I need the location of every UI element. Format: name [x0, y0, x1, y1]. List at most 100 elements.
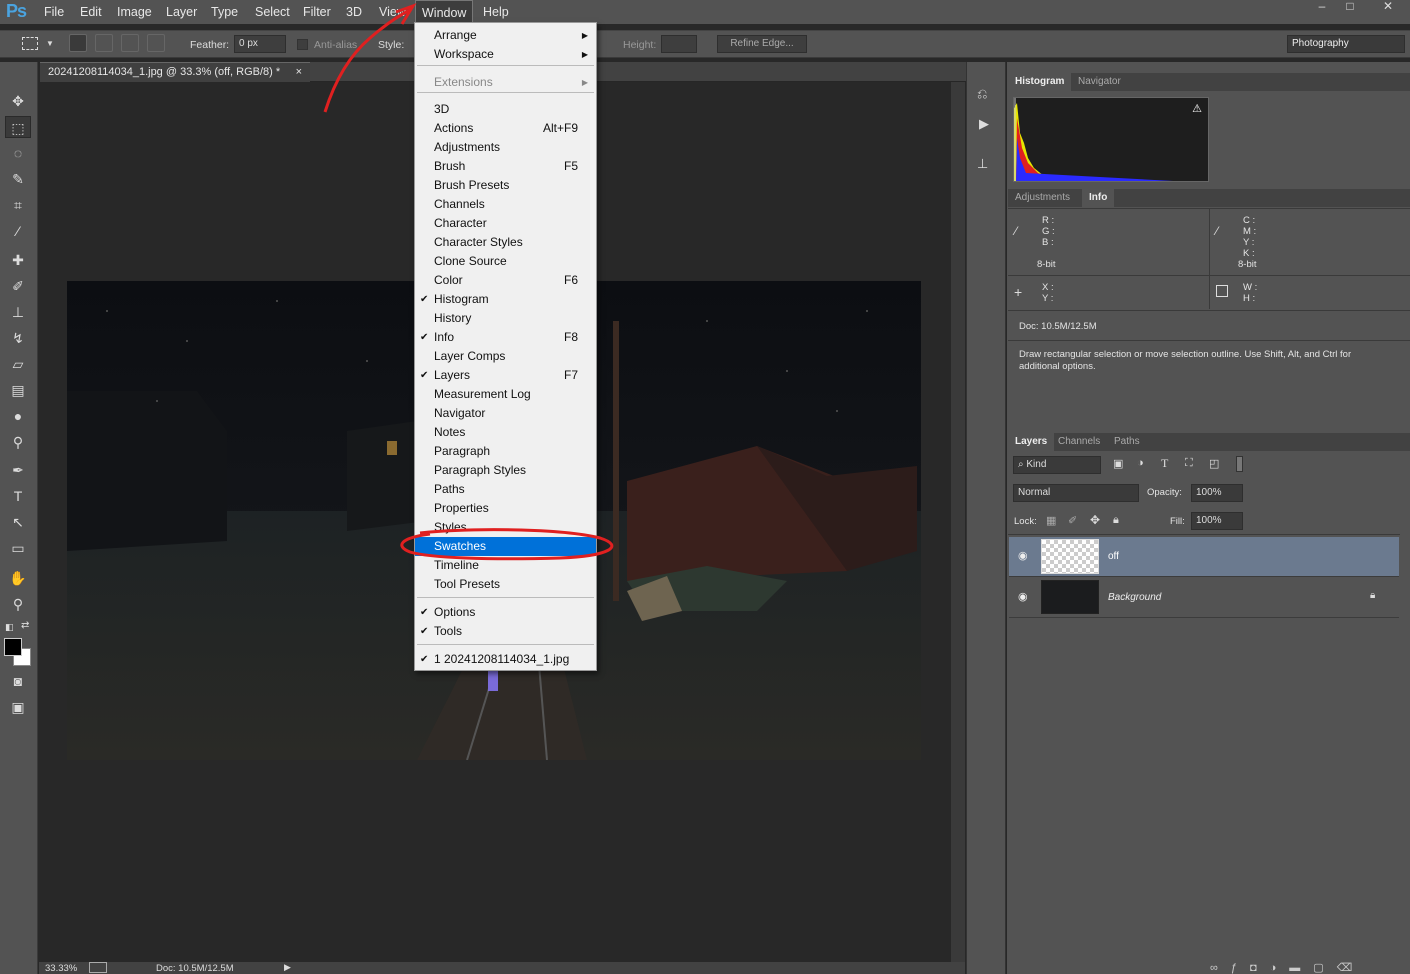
move-tool-icon[interactable]: ✥ [5, 90, 31, 112]
menu-item-workspace[interactable]: Workspace ▶ [415, 45, 596, 64]
opacity-input[interactable]: 100% [1191, 484, 1243, 502]
menu-item-extensions[interactable]: Extensions ▶ [415, 73, 596, 92]
blend-mode-select[interactable]: Normal [1013, 484, 1139, 502]
menu-item-brush-presets[interactable]: Brush Presets [415, 176, 596, 195]
path-select-tool-icon[interactable]: ↖ [5, 511, 31, 533]
visibility-eye-icon[interactable]: ◉ [1018, 549, 1028, 562]
menu-item-history[interactable]: History [415, 309, 596, 328]
type-tool-icon[interactable]: T [5, 485, 31, 507]
layer-filter-kind-select[interactable]: ⌕ Kind [1013, 456, 1101, 474]
document-tab[interactable]: 20241208114034_1.jpg @ 33.3% (off, RGB/8… [40, 62, 310, 82]
default-colors-icon[interactable]: ◧ [5, 622, 14, 633]
marquee-preset-icon[interactable] [22, 37, 38, 50]
menu-window[interactable]: Window [415, 0, 474, 24]
actions-panel-icon[interactable]: ▶ [979, 116, 989, 132]
refine-edge-button[interactable]: Refine Edge... [717, 35, 807, 53]
feather-input[interactable]: 0 px [234, 35, 286, 53]
add-selection-icon[interactable] [95, 34, 113, 52]
history-brush-tool-icon[interactable]: ↯ [5, 327, 31, 349]
layer-name[interactable]: off [1108, 551, 1119, 562]
adjustment-filter-icon[interactable]: ◑ [1137, 457, 1144, 469]
menu-item-histogram[interactable]: Histogram ✔ [415, 290, 596, 309]
smart-object-filter-icon[interactable]: ◰ [1209, 457, 1219, 470]
menu-item-navigator[interactable]: Navigator [415, 404, 596, 423]
link-layers-icon[interactable]: ∞ [1210, 962, 1231, 974]
new-selection-icon[interactable] [69, 34, 87, 52]
healing-brush-tool-icon[interactable]: ✚ [5, 249, 31, 271]
hand-tool-icon[interactable]: ✋ [5, 567, 31, 589]
gradient-tool-icon[interactable]: ▤ [5, 379, 31, 401]
menu-image[interactable]: Image [111, 0, 158, 24]
menu-item-paragraph-styles[interactable]: Paragraph Styles [415, 461, 596, 480]
tab-histogram[interactable]: Histogram [1008, 73, 1072, 91]
layer-row-background[interactable]: ◉ Background 🔒︎ [1009, 578, 1399, 618]
type-filter-icon[interactable]: T [1161, 456, 1168, 471]
close-button[interactable]: ✕ [1376, 0, 1400, 14]
new-layer-icon[interactable]: ▢ [1313, 962, 1336, 974]
lock-pixels-icon[interactable]: ✐ [1068, 514, 1077, 527]
menu-item-character-styles[interactable]: Character Styles [415, 233, 596, 252]
canvas-scrollbar[interactable] [951, 82, 965, 962]
menu-layer[interactable]: Layer [160, 0, 203, 24]
menu-item-properties[interactable]: Properties [415, 499, 596, 518]
menu-item-channels[interactable]: Channels [415, 195, 596, 214]
shape-filter-icon[interactable]: ⛶ [1185, 457, 1193, 470]
quick-mask-icon[interactable]: ◙ [5, 670, 31, 692]
tab-paths[interactable]: Paths [1107, 433, 1147, 451]
lock-transparent-icon[interactable]: ▦ [1046, 514, 1056, 527]
layer-row-off[interactable]: ◉ off [1009, 537, 1399, 577]
menu-select[interactable]: Select [249, 0, 296, 24]
tab-info[interactable]: Info [1082, 189, 1115, 207]
lock-position-icon[interactable]: ✥ [1090, 513, 1100, 527]
image-filter-icon[interactable]: ▣ [1113, 457, 1123, 470]
menu-item-brush[interactable]: Brush F5 [415, 157, 596, 176]
menu-file[interactable]: File [38, 0, 70, 24]
menu-item-actions[interactable]: Actions Alt+F9 [415, 119, 596, 138]
menu-item-color[interactable]: Color F6 [415, 271, 596, 290]
workspace-select[interactable]: Photography [1287, 35, 1405, 53]
dodge-tool-icon[interactable]: ⚲ [5, 431, 31, 453]
menu-item-notes[interactable]: Notes [415, 423, 596, 442]
lasso-tool-icon[interactable]: ◌ [5, 142, 31, 164]
menu-item-info[interactable]: Info ✔ F8 [415, 328, 596, 347]
intersect-selection-icon[interactable] [147, 34, 165, 52]
eyedropper-tool-icon[interactable]: ⁄ [5, 220, 31, 242]
menu-help[interactable]: Help [477, 0, 515, 24]
quick-select-tool-icon[interactable]: ✎ [5, 168, 31, 190]
menu-item-tool-presets[interactable]: Tool Presets [415, 575, 596, 594]
foreground-color-swatch[interactable] [4, 638, 22, 656]
menu-item-layer-comps[interactable]: Layer Comps [415, 347, 596, 366]
blur-tool-icon[interactable]: ● [5, 405, 31, 427]
filter-toggle[interactable] [1236, 456, 1243, 472]
antialias-checkbox[interactable] [297, 39, 308, 50]
chevron-down-icon[interactable]: ▼ [46, 39, 54, 48]
menu-type[interactable]: Type [205, 0, 244, 24]
history-panel-icon[interactable]: ⎌ [977, 86, 987, 102]
menu-item-measurement-log[interactable]: Measurement Log [415, 385, 596, 404]
menu-item-tools[interactable]: Tools ✔ [415, 622, 596, 641]
menu-view[interactable]: View [373, 0, 412, 24]
menu-item-paths[interactable]: Paths [415, 480, 596, 499]
brush-tool-icon[interactable]: ✐ [5, 275, 31, 297]
menu-item-paragraph[interactable]: Paragraph [415, 442, 596, 461]
menu-item-timeline[interactable]: Timeline [415, 556, 596, 575]
new-group-icon[interactable]: ▬ [1289, 962, 1313, 974]
warning-icon[interactable]: ⚠ [1192, 102, 1202, 115]
menu-edit[interactable]: Edit [74, 0, 108, 24]
rect-marquee-tool-icon[interactable]: ⬚ [5, 116, 31, 138]
delete-layer-icon[interactable]: ⌫ [1337, 962, 1366, 974]
tab-layers[interactable]: Layers [1008, 433, 1055, 451]
menu-item-layers[interactable]: Layers ✔ F7 [415, 366, 596, 385]
new-adjustment-icon[interactable]: ◑ [1270, 962, 1290, 974]
zoom-tool-icon[interactable]: ⚲ [5, 593, 31, 615]
eraser-tool-icon[interactable]: ▱ [5, 353, 31, 375]
menu-item-swatches[interactable]: Swatches [415, 537, 596, 556]
menu-3d[interactable]: 3D [340, 0, 368, 24]
pen-tool-icon[interactable]: ✒ [5, 459, 31, 481]
layer-name[interactable]: Background [1108, 592, 1161, 603]
menu-item-styles[interactable]: Styles [415, 518, 596, 537]
fx-icon[interactable]: ƒ [1231, 962, 1250, 974]
subtract-selection-icon[interactable] [121, 34, 139, 52]
crop-tool-icon[interactable]: ⌗ [5, 194, 31, 216]
menu-item-1-20241208114034-1-jpg[interactable]: 1 20241208114034_1.jpg ✔ [415, 650, 596, 669]
